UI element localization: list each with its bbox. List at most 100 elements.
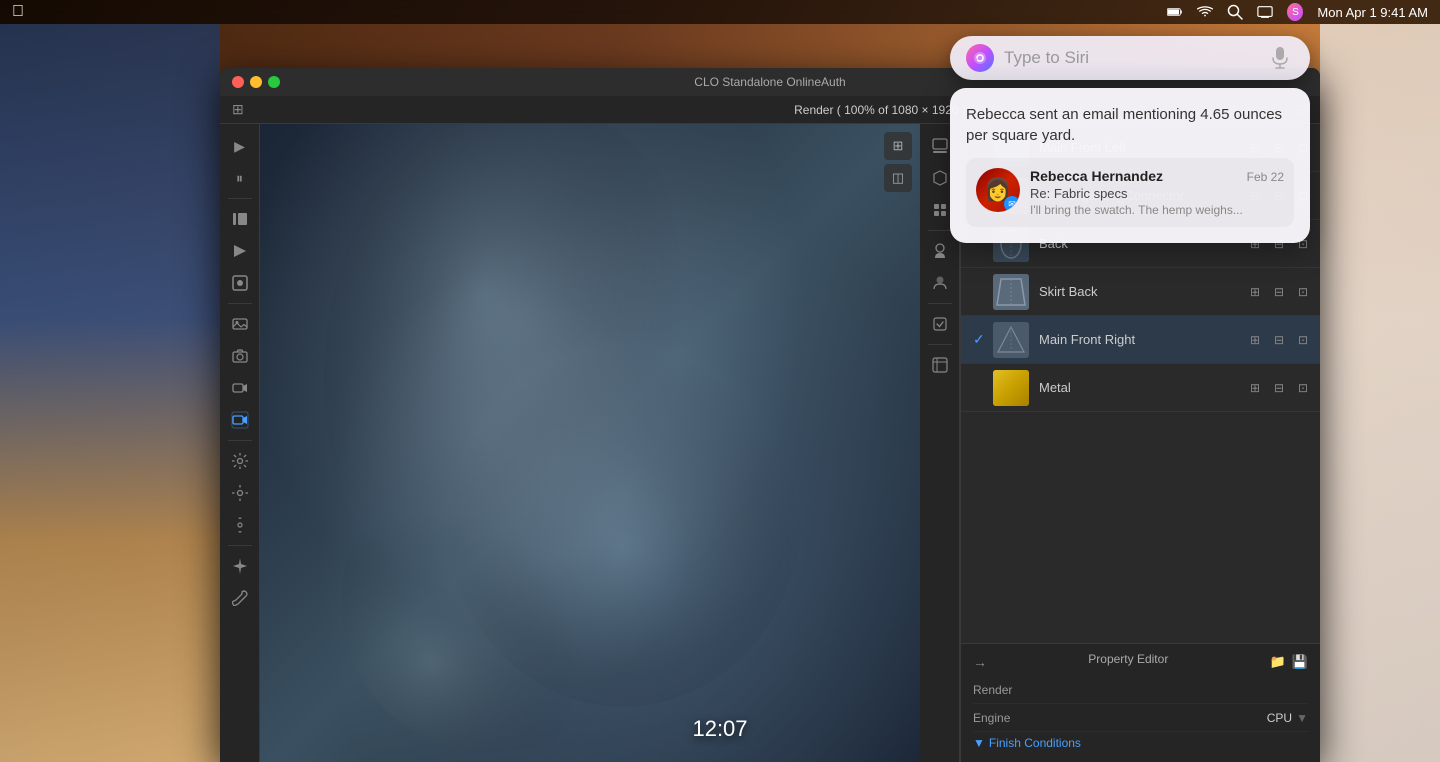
fabric-link-btn-4[interactable]: ⊡ <box>1294 331 1312 349</box>
toolbar-animation-icon[interactable] <box>224 205 256 233</box>
fabric-grid-btn-4[interactable]: ⊟ <box>1270 331 1288 349</box>
render-viewport: ⊞ ◫ <box>260 124 920 762</box>
engine-value[interactable]: CPU ▼ <box>1267 711 1308 725</box>
engine-value-text: CPU <box>1267 711 1292 725</box>
menubar:  <box>0 0 1440 24</box>
fabric-thumbnail-metal <box>993 370 1029 406</box>
left-toolbar: ▶ ⏸ <box>220 124 260 762</box>
toolbar-separator-4 <box>228 545 252 546</box>
property-editor-title: Property Editor <box>1088 652 1168 666</box>
toolbar-image-icon[interactable] <box>224 310 256 338</box>
fabric-item-skirt-back[interactable]: Skirt Back ⊞ ⊟ ⊡ <box>961 268 1320 316</box>
fabric-add-btn-4[interactable]: ⊞ <box>1246 331 1264 349</box>
menubar-clock: Mon Apr 1 9:41 AM <box>1317 5 1428 20</box>
rt-icon-5[interactable] <box>924 269 956 297</box>
render-sub-toolbar: ⊞ ◫ <box>884 132 912 192</box>
screen-mirroring-icon[interactable] <box>1257 4 1273 20</box>
fabric-thumbnail-main-front-right <box>993 322 1029 358</box>
toolbar-frame-icon[interactable] <box>224 237 256 265</box>
siri-notification-card[interactable]: Rebecca sent an email mentioning 4.65 ou… <box>950 88 1310 243</box>
minimize-button[interactable] <box>250 76 262 88</box>
siri-mic-icon[interactable] <box>1266 44 1294 72</box>
toolbar-wrench-icon[interactable] <box>224 584 256 612</box>
toolbar-sparkle-icon[interactable] <box>224 552 256 580</box>
toolbar-camera2-icon[interactable] <box>224 406 256 434</box>
fabric-actions-skirt-back: ⊞ ⊟ ⊡ <box>1246 283 1312 301</box>
email-subject: Re: Fabric specs <box>1030 186 1284 201</box>
finish-conditions-header[interactable]: ▼ Finish Conditions <box>973 732 1308 754</box>
property-editor-save-icon[interactable]: 💾 <box>1292 654 1308 670</box>
traffic-lights <box>232 76 280 88</box>
siri-orb-icon <box>966 44 994 72</box>
window-title: CLO Standalone OnlineAuth <box>694 75 845 89</box>
toolbar-play-icon[interactable]: ▶ <box>224 132 256 160</box>
menubar-left:  <box>12 3 24 21</box>
engine-row: Engine CPU ▼ <box>973 704 1308 732</box>
fabric-grid-btn-3[interactable]: ⊟ <box>1270 283 1288 301</box>
wifi-icon[interactable] <box>1197 4 1213 20</box>
siri-input-bar[interactable]: Type to Siri <box>950 36 1310 80</box>
engine-chevron-icon: ▼ <box>1296 711 1308 725</box>
siri-container: Type to Siri Rebecca sent an email menti… <box>950 36 1310 243</box>
sender-name: Rebecca Hernandez <box>1030 168 1163 184</box>
toolbar-separator-2 <box>228 303 252 304</box>
render-header-icon-left[interactable]: ⊞ <box>232 101 244 118</box>
fabric-grid-btn-5[interactable]: ⊟ <box>1270 379 1288 397</box>
fabric-link-btn-3[interactable]: ⊡ <box>1294 283 1312 301</box>
siri-notification-text: Rebecca sent an email mentioning 4.65 ou… <box>966 104 1294 146</box>
background-right <box>1320 24 1440 762</box>
fabric-name-main-front-right: Main Front Right <box>1039 332 1246 347</box>
fabric-link-btn-5[interactable]: ⊡ <box>1294 379 1312 397</box>
rt-separator-2 <box>928 303 952 304</box>
render-title: Render ( 100% of 1080 × 1920 ) <box>794 103 966 117</box>
email-preview: I'll bring the swatch. The hemp weighs..… <box>1030 203 1284 217</box>
maximize-button[interactable] <box>268 76 280 88</box>
rt-icon-7[interactable] <box>924 351 956 379</box>
spotlight-search-icon[interactable] <box>1227 4 1243 20</box>
toolbar-gear-icon[interactable] <box>224 511 256 539</box>
toolbar-record-icon[interactable] <box>224 269 256 297</box>
finish-conditions-chevron-icon: ▼ <box>973 736 985 750</box>
fabric-add-btn-5[interactable]: ⊞ <box>1246 379 1264 397</box>
sender-avatar: 👩 ✉ <box>976 168 1020 212</box>
email-header: Rebecca Hernandez Feb 22 <box>1030 168 1284 184</box>
toolbar-settings2-icon[interactable] <box>224 479 256 507</box>
fabric-actions-main-front-right: ⊞ ⊟ ⊡ <box>1246 331 1312 349</box>
render-sub-btn-2[interactable]: ◫ <box>884 164 912 192</box>
apple-menu-icon[interactable]:  <box>12 3 24 21</box>
bottom-clock: 12:07 <box>692 716 747 742</box>
toolbar-camera-icon[interactable] <box>224 342 256 370</box>
fabric-check-main-front-right: ✓ <box>973 331 993 348</box>
fabric-name-metal: Metal <box>1039 380 1246 395</box>
user-icon[interactable]: S <box>1287 4 1303 20</box>
property-editor-arrow[interactable]: → <box>973 654 987 670</box>
fabric-thumbnail-skirt-back <box>993 274 1029 310</box>
email-date: Feb 22 <box>1247 170 1284 184</box>
email-badge-icon: ✉ <box>1004 196 1020 212</box>
menubar-right: S Mon Apr 1 9:41 AM <box>1167 4 1428 20</box>
render-label: Render <box>973 683 1012 697</box>
background-window-left <box>0 24 220 762</box>
toolbar-video-icon[interactable] <box>224 374 256 402</box>
battery-icon[interactable] <box>1167 4 1183 20</box>
email-info: Rebecca Hernandez Feb 22 Re: Fabric spec… <box>1030 168 1284 217</box>
fabric-item-metal[interactable]: Metal ⊞ ⊟ ⊡ <box>961 364 1320 412</box>
finish-conditions-label: Finish Conditions <box>989 736 1081 750</box>
fabric-add-btn-3[interactable]: ⊞ <box>1246 283 1264 301</box>
render-sub-btn-1[interactable]: ⊞ <box>884 132 912 160</box>
toolbar-pause-icon[interactable]: ⏸ <box>224 164 256 192</box>
render-row: Render <box>973 676 1308 704</box>
rt-separator-1 <box>928 230 952 231</box>
toolbar-separator-3 <box>228 440 252 441</box>
fabric-name-skirt-back: Skirt Back <box>1039 284 1246 299</box>
close-button[interactable] <box>232 76 244 88</box>
rt-icon-6[interactable] <box>924 310 956 338</box>
property-editor-folder-icon[interactable]: 📁 <box>1270 654 1286 670</box>
siri-email-card[interactable]: 👩 ✉ Rebecca Hernandez Feb 22 Re: Fabric … <box>966 158 1294 227</box>
engine-label: Engine <box>973 711 1010 725</box>
fabric-item-main-front-right[interactable]: ✓ Main Front Right ⊞ ⊟ ⊡ <box>961 316 1320 364</box>
siri-input-placeholder[interactable]: Type to Siri <box>1004 48 1256 68</box>
property-editor-section: → Property Editor 📁 💾 Render Engine <box>961 643 1320 762</box>
fabric-actions-metal: ⊞ ⊟ ⊡ <box>1246 379 1312 397</box>
toolbar-settings-icon[interactable] <box>224 447 256 475</box>
